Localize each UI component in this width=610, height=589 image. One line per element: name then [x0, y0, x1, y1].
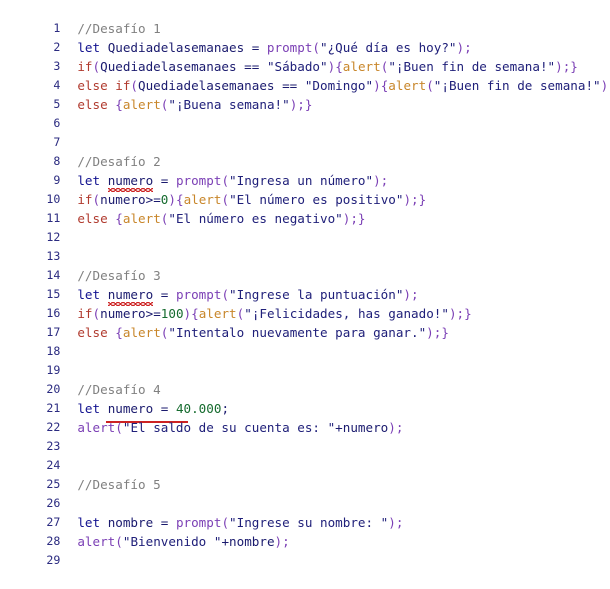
code-line: 21 let numero = 40.000; — [0, 380, 610, 423]
code-line: 24 — [0, 437, 610, 472]
code-line: 29 — [0, 532, 610, 567]
code-line: 3 if(Quediadelasemanaes == "Sábado"){aler… — [0, 38, 610, 74]
code-line: 7 — [0, 114, 610, 149]
code-line: 9 let numero = prompt("Ingresa un número"… — [0, 152, 610, 192]
code-line: 8//Desafío 2 — [0, 133, 610, 169]
code-line: 14//Desafío 3 — [0, 247, 610, 283]
code-line: 11 else {alert("El número es negativo");} — [0, 190, 610, 226]
code-line: 1//Desafío 1 — [0, 0, 610, 36]
code-line: 10 if(numero>=0){alert("El número es posi… — [0, 171, 610, 207]
code-line: 25//Desafío 5 — [0, 456, 610, 492]
code-line: 13 — [0, 228, 610, 263]
code-line: 18 — [0, 323, 610, 358]
code-line: 2 let Quediadelasemanaes = prompt("¿Qué d… — [0, 19, 610, 55]
code-line: 19 — [0, 342, 610, 377]
code-line: 26 — [0, 475, 610, 510]
code-line: 12 — [0, 209, 610, 244]
code-line: 17 else {alert("Intentalo nuevamente para… — [0, 304, 610, 340]
code-line: 5 else {alert("¡Buena semana!");} — [0, 76, 610, 112]
code-line: 20//Desafío 4 — [0, 361, 610, 397]
code-editor[interactable]: 1//Desafío 1 2 let Quediadelasemanaes = p… — [0, 0, 610, 567]
code-line: 15 let numero = prompt("Ingrese la puntua… — [0, 266, 610, 306]
code-line: 4 else if(Quediadelasemanaes == "Domingo"… — [0, 57, 610, 93]
code-line: 6 — [0, 95, 610, 130]
code-line: 22 alert("El saldo de su cuenta es: "+num… — [0, 399, 610, 435]
code-line: 16 if(numero>=100){alert("¡Felicidades, h… — [0, 285, 610, 321]
line-number: 29 — [46, 553, 61, 567]
code-line: 23 — [0, 418, 610, 453]
code-line: 28 alert("Bienvenido "+nombre); — [0, 513, 610, 549]
code-line: 27 let nombre = prompt("Ingrese su nombre… — [0, 494, 610, 530]
